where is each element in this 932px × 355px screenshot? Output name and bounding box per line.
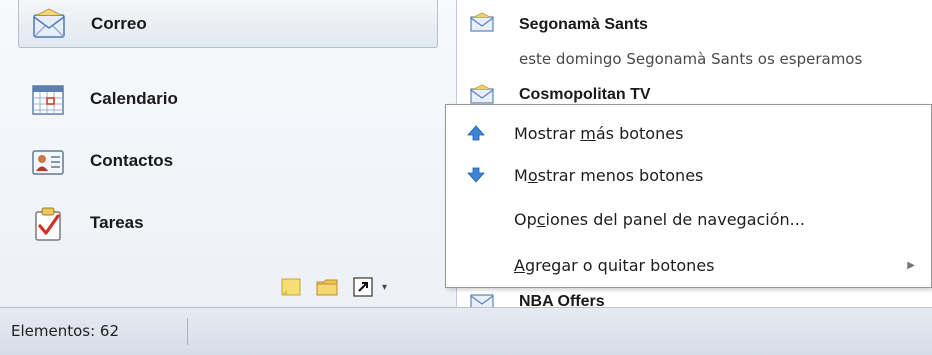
mail-preview: este domingo Segonamà Sants os esperamos — [519, 50, 863, 68]
arrow-down-icon — [467, 167, 485, 183]
nav-item-label: Contactos — [90, 151, 174, 170]
mail-envelope-icon — [470, 12, 494, 32]
menu-item-label: Agregar o quitar botones — [514, 255, 715, 275]
nav-item-label: Calendario — [90, 89, 178, 108]
nav-item-tareas[interactable]: Tareas — [18, 199, 438, 247]
menu-item-show-more-buttons[interactable]: Mostrar más botones — [446, 113, 931, 153]
mail-envelope-icon — [470, 84, 494, 104]
menu-item-navigation-pane-options[interactable]: Opciones del panel de navegación... — [446, 199, 931, 239]
mail-sender: NBA Offers — [519, 293, 605, 307]
tasks-clipboard-icon — [35, 207, 61, 241]
mail-sender: Cosmopolitan TV — [519, 86, 651, 103]
configure-buttons-chevron-icon[interactable]: ▾ — [382, 282, 387, 293]
nav-item-correo[interactable]: Correo — [18, 0, 438, 48]
item-count: Elementos: 62 — [11, 322, 120, 340]
menu-item-label: Mostrar más botones — [514, 123, 684, 143]
nav-item-label: Correo — [91, 13, 147, 33]
folder-icon[interactable] — [316, 277, 338, 297]
list-item[interactable]: Segonamà Sants este domingo Segonamà San… — [457, 0, 932, 74]
status-bar: Elementos: 62 — [0, 307, 932, 355]
nav-item-label: Tareas — [90, 213, 144, 232]
mail-envelope-icon — [33, 8, 65, 38]
menu-item-label: Mostrar menos botones — [514, 165, 704, 185]
notes-icon[interactable] — [280, 277, 302, 297]
shortcut-icon[interactable] — [352, 277, 374, 297]
nav-mini-buttons: ▾ — [280, 274, 387, 300]
arrow-up-icon — [467, 125, 485, 141]
menu-item-add-remove-buttons[interactable]: Agregar o quitar botones ▶ — [446, 245, 931, 285]
submenu-arrow-icon: ▶ — [907, 259, 915, 271]
mail-sender: Segonamà Sants — [519, 16, 648, 33]
nav-item-contactos[interactable]: Contactos — [18, 137, 438, 185]
status-separator — [187, 318, 188, 345]
menu-item-label: Opciones del panel de navegación... — [514, 209, 805, 229]
mail-envelope-icon — [470, 294, 494, 307]
contacts-card-icon — [32, 150, 64, 175]
menu-item-show-fewer-buttons[interactable]: Mostrar menos botones — [446, 155, 931, 195]
nav-item-calendario[interactable]: Calendario — [18, 75, 438, 123]
navigation-pane: Correo Calendario Contactos Tareas ▾ — [0, 0, 457, 307]
calendar-icon — [32, 85, 64, 115]
context-menu: Mostrar más botones Mostrar menos botone… — [445, 104, 932, 288]
